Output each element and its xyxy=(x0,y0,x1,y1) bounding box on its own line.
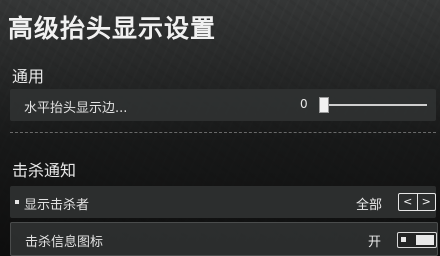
setting-row-kill-info-icon[interactable]: 击杀信息图标 开 xyxy=(10,222,438,256)
slider-handle[interactable] xyxy=(319,97,329,113)
section-label-kill-notification: 击杀通知 xyxy=(12,161,77,180)
setting-row-show-killer[interactable]: 显示击杀者 全部 < > xyxy=(10,186,436,218)
toggle-indicator-dot xyxy=(401,237,406,242)
focus-indicator xyxy=(15,200,19,204)
setting-row-horizontal-hud-margin[interactable]: 水平抬头显示边... 0 xyxy=(10,89,436,121)
toggle-switch[interactable] xyxy=(397,232,437,248)
setting-label: 水平抬头显示边... xyxy=(24,101,128,116)
section-label-general: 通用 xyxy=(12,67,45,86)
section-divider xyxy=(10,132,436,133)
chevron-right-icon[interactable]: > xyxy=(418,194,436,210)
page-title: 高级抬头显示设置 xyxy=(8,14,217,43)
chevron-left-icon[interactable]: < xyxy=(399,194,417,210)
setting-label: 显示击杀者 xyxy=(24,198,90,213)
setting-label: 击杀信息图标 xyxy=(25,235,104,250)
toggle-state-label: 开 xyxy=(368,235,382,250)
slider-value: 0 xyxy=(300,97,308,111)
selector-arrows: < > xyxy=(398,193,436,211)
slider-track[interactable] xyxy=(319,104,427,106)
selector-value: 全部 xyxy=(356,198,383,213)
toggle-knob xyxy=(416,235,434,245)
